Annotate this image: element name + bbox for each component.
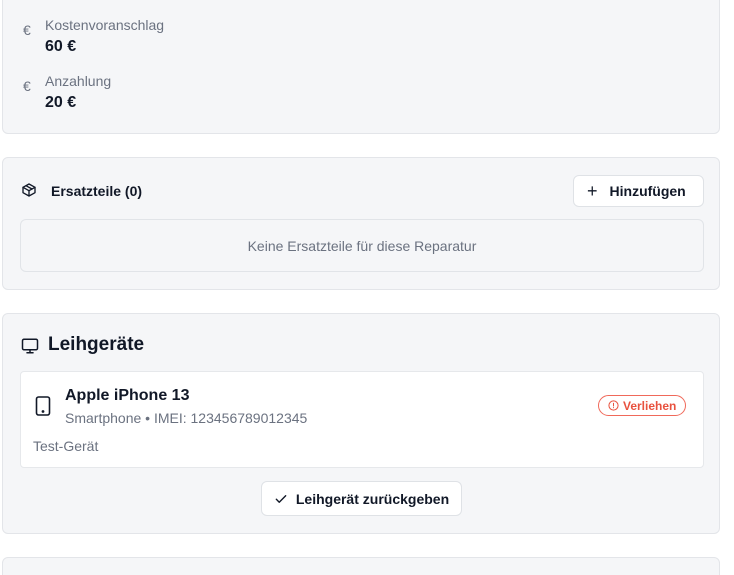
spare-parts-empty-state: Keine Ersatzteile für diese Reparatur xyxy=(20,219,704,272)
smartphone-icon xyxy=(35,396,51,416)
next-card xyxy=(2,557,720,575)
loaner-devices-title: Leihgeräte xyxy=(48,334,145,355)
euro-icon: € xyxy=(23,78,31,94)
device-name: Apple iPhone 13 xyxy=(65,387,190,404)
return-loaner-button[interactable]: Leihgerät zurückgeben xyxy=(261,481,462,516)
estimate-value: 60 € xyxy=(45,38,77,55)
spare-parts-title: Ersatzteile (0) xyxy=(51,183,143,199)
add-part-button[interactable]: + Hinzufügen xyxy=(573,175,704,207)
empty-state-text: Keine Ersatzteile für diese Reparatur xyxy=(247,237,477,254)
device-note: Test-Gerät xyxy=(33,438,99,454)
add-part-label: Hinzufügen xyxy=(609,183,686,199)
loaner-device-item[interactable]: Apple iPhone 13 Smartphone • IMEI: 12345… xyxy=(20,371,704,468)
deposit-label: Anzahlung xyxy=(45,73,112,89)
return-loaner-label: Leihgerät zurückgeben xyxy=(295,490,450,507)
loaner-devices-card: Leihgeräte Apple iPhone 13 Smartphone • … xyxy=(2,313,720,534)
status-badge-label: Verliehen xyxy=(623,398,677,413)
device-meta: Smartphone • IMEI: 123456789012345 xyxy=(65,410,308,426)
monitor-icon xyxy=(21,338,39,354)
estimate-label: Kostenvoranschlag xyxy=(45,17,165,33)
status-badge: Verliehen xyxy=(598,395,687,416)
check-icon xyxy=(275,494,287,503)
euro-icon: € xyxy=(23,22,31,38)
costs-card: € Kostenvoranschlag 60 € € Anzahlung 20 … xyxy=(2,0,720,134)
plus-icon: + xyxy=(587,181,598,201)
alert-circle-icon xyxy=(608,400,619,411)
deposit-value: 20 € xyxy=(45,94,77,111)
package-icon xyxy=(22,183,36,197)
spare-parts-card: Ersatzteile (0) + Hinzufügen Keine Ersat… xyxy=(2,157,720,290)
